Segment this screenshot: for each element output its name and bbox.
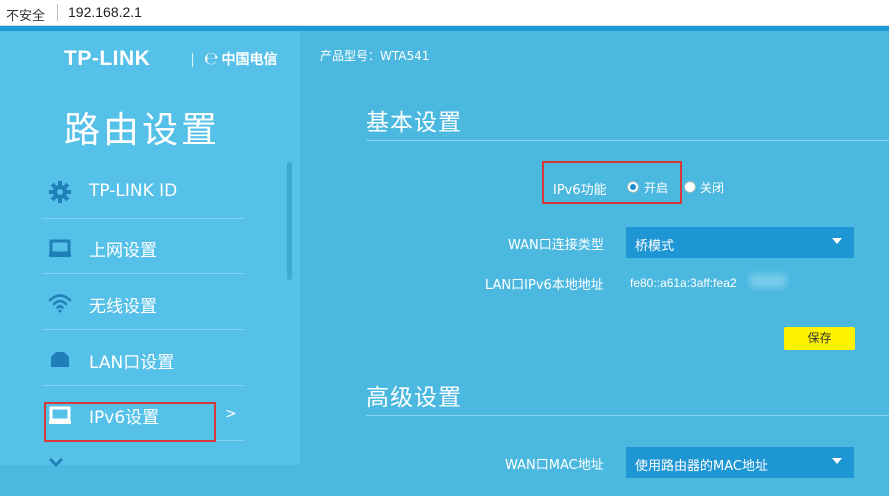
address-divider — [57, 4, 58, 21]
wifi-icon — [48, 291, 72, 315]
lan-icon — [48, 347, 72, 371]
ipv6-off-label[interactable]: 关闭 — [700, 179, 724, 196]
sidebar-item-tplink-id[interactable]: TP-LINK ID — [42, 164, 245, 219]
address-bar[interactable]: 不安全 192.168.2.1 — [0, 0, 889, 26]
wan-mac-select[interactable]: 使用路由器的MAC地址 — [626, 447, 854, 478]
sidebar-item-internet[interactable]: 上网设置 — [42, 219, 245, 274]
wan-type-select[interactable]: 桥模式 — [626, 227, 854, 258]
main-panel: 产品型号：WTA541 基本设置 IPv6功能 开启 关闭 WAN口连接类型 桥… — [300, 31, 889, 478]
url-text[interactable]: 192.168.2.1 — [68, 4, 142, 20]
advanced-settings-title: 高级设置 — [366, 385, 462, 411]
sidebar-item-label: 上网设置 — [89, 241, 157, 261]
ipv6-off-radio[interactable] — [684, 181, 696, 193]
section-divider — [366, 415, 889, 416]
sidebar-title: 路由设置 — [64, 110, 221, 151]
sidebar-item-more[interactable] — [42, 442, 245, 496]
tplink-logo: TP-LINK — [64, 47, 151, 70]
more-icon — [48, 454, 72, 478]
monitor-icon — [48, 235, 72, 259]
lan-ipv6-label: LAN口IPv6本地地址 — [485, 278, 604, 293]
ipv6-highlight — [542, 161, 682, 204]
wan-mac-label: WAN口MAC地址 — [505, 458, 604, 473]
ipv6-nav-highlight — [44, 402, 216, 442]
security-label[interactable]: 不安全 — [6, 5, 45, 24]
section-divider — [366, 140, 889, 141]
gear-icon — [48, 180, 72, 204]
chevron-right-icon: > — [225, 406, 237, 422]
caret-down-icon — [832, 238, 842, 244]
product-model: 产品型号：WTA541 — [320, 49, 430, 63]
sidebar-scrollbar[interactable] — [287, 162, 292, 280]
basic-settings-title: 基本设置 — [366, 110, 462, 136]
wan-type-label: WAN口连接类型 — [508, 238, 604, 253]
sidebar-item-lan[interactable]: LAN口设置 — [42, 331, 245, 386]
logo-divider — [192, 53, 193, 67]
telecom-swirl-icon: ℮ — [204, 49, 219, 69]
telecom-name: 中国电信 — [221, 52, 278, 68]
sidebar-item-wireless[interactable]: 无线设置 — [42, 275, 245, 330]
sidebar-item-label: TP-LINK ID — [89, 181, 178, 201]
sidebar: TP-LINK ℮ 中国电信 路由设置 TP-LINK ID 上网设置 无线设置 … — [0, 31, 300, 468]
save-button[interactable]: 保存 — [784, 327, 855, 350]
sidebar-item-label: LAN口设置 — [89, 353, 175, 373]
address-redaction — [750, 274, 786, 288]
wan-type-value: 桥模式 — [635, 239, 675, 254]
caret-down-icon — [832, 458, 842, 464]
sidebar-item-label: 无线设置 — [89, 297, 157, 317]
telecom-logo: ℮ 中国电信 — [204, 49, 278, 69]
lan-ipv6-address: fe80::a61a:3aff:fea2 — [630, 276, 737, 290]
